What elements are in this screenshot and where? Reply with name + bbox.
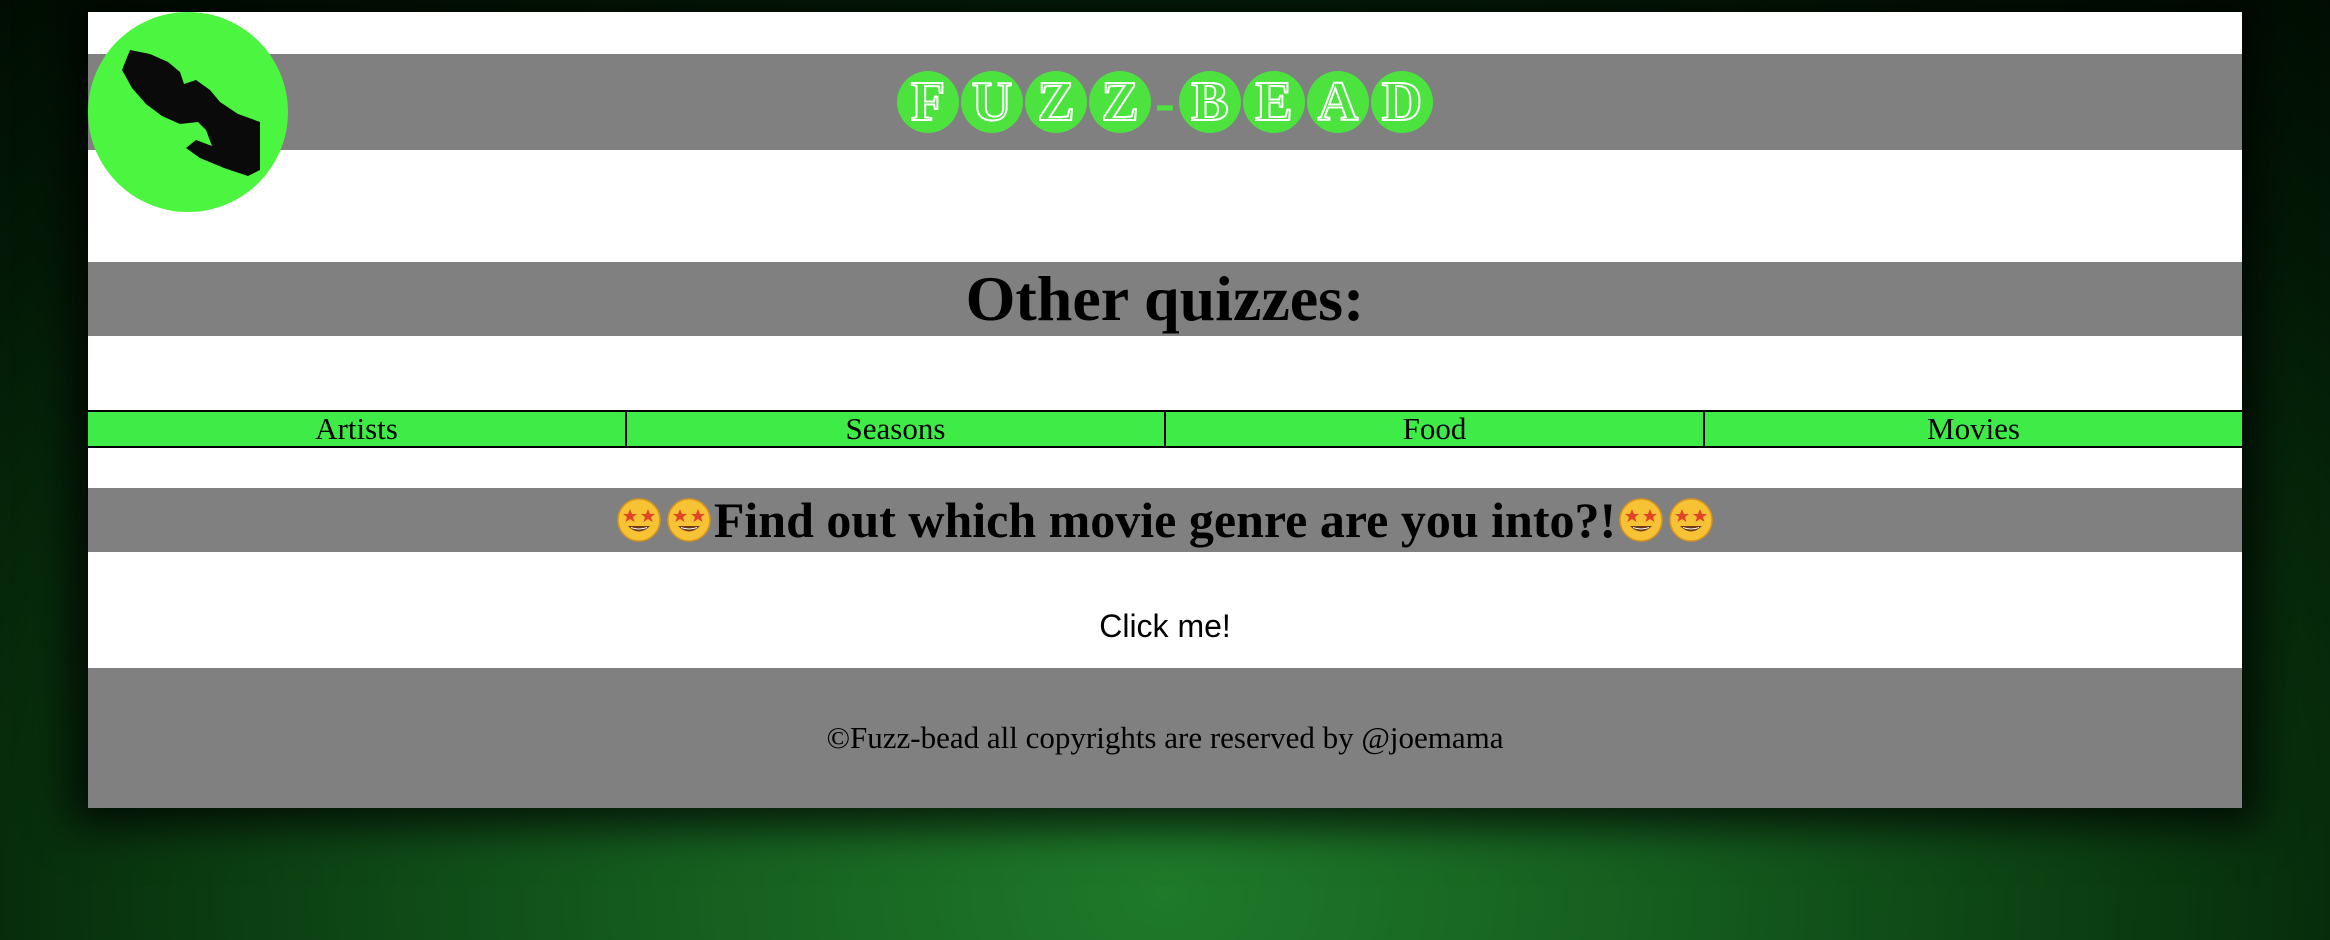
header-banner: F U Z Z - B E A D [88, 54, 2242, 150]
nav-item-food[interactable]: Food [1166, 412, 1705, 446]
page-container: F U Z Z - B E A D Other quizzes: Artists… [88, 12, 2242, 808]
star-struck-face-icon [1619, 498, 1663, 542]
nav-item-seasons[interactable]: Seasons [627, 412, 1166, 446]
nav-item-movies[interactable]: Movies [1705, 412, 2242, 446]
downward-arrow-icon [122, 50, 260, 176]
section-title: Other quizzes: [88, 262, 2242, 336]
brand-letter: Z [1089, 70, 1151, 134]
footer: ©Fuzz-bead all copyrights are reserved b… [88, 668, 2242, 808]
click-me-button[interactable]: Click me! [88, 608, 2242, 645]
nav-item-artists[interactable]: Artists [88, 412, 627, 446]
star-struck-face-icon [667, 498, 711, 542]
brand-letter: F [897, 70, 959, 134]
site-logo[interactable] [88, 12, 288, 212]
brand-letter: U [961, 70, 1023, 134]
quiz-nav: Artists Seasons Food Movies [88, 410, 2242, 448]
brand-letter: B [1178, 70, 1241, 134]
copyright-text: ©Fuzz-bead all copyrights are reserved b… [826, 720, 1504, 755]
brand-letter: E [1242, 70, 1305, 134]
brand-letter: Z [1025, 70, 1087, 134]
brand-letter: D [1370, 70, 1433, 134]
star-struck-face-icon [617, 498, 661, 542]
brand-letter: A [1306, 70, 1369, 134]
star-struck-face-icon [1669, 498, 1713, 542]
quiz-headline: Find out which movie genre are you into?… [713, 492, 1617, 548]
brand-title[interactable]: F U Z Z - B E A D [897, 69, 1433, 135]
brand-dash: - [1155, 69, 1175, 135]
quiz-headline-banner: Find out which movie genre are you into?… [88, 488, 2242, 552]
